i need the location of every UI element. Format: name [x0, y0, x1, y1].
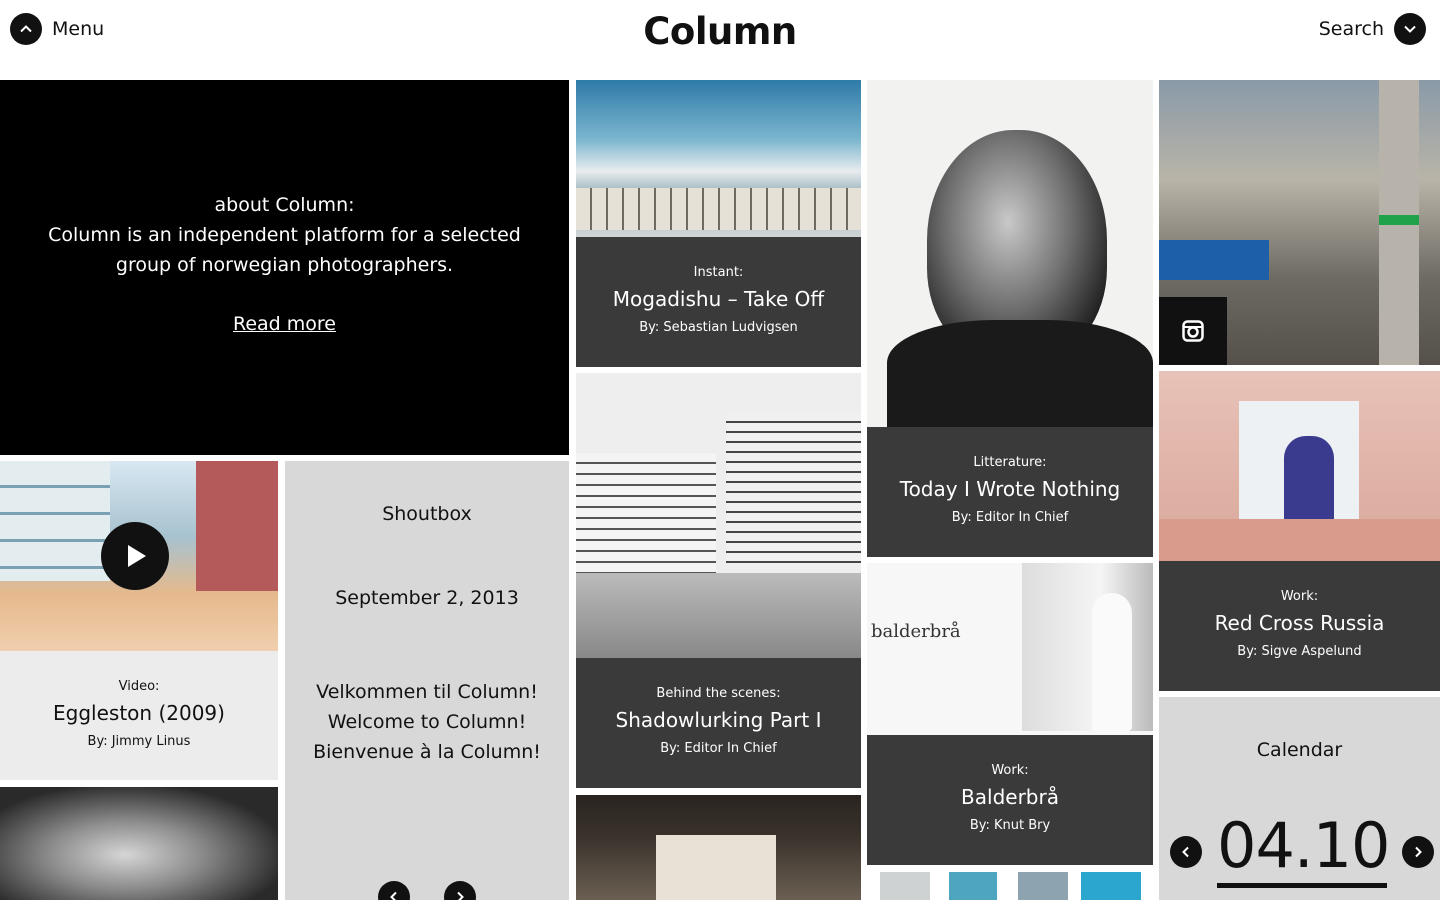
shoutbox-next-button[interactable] — [444, 881, 476, 900]
calendar-widget: Calendar 04.10 — [1159, 697, 1440, 900]
post-caption: Work: Balderbrå By: Knut Bry — [867, 735, 1153, 865]
thumbnail[interactable] — [880, 872, 930, 900]
post-title: Red Cross Russia — [1214, 611, 1385, 635]
shoutbox-message: Welcome to Column! — [327, 711, 527, 733]
calendar-date: 04.10 — [1217, 809, 1391, 888]
read-more-link[interactable]: Read more — [0, 313, 569, 335]
thumbnail-strip — [867, 865, 1153, 900]
post-byline: By: Sebastian Ludvigsen — [639, 320, 798, 335]
calendar-next-button[interactable] — [1402, 836, 1434, 868]
header: Menu Column Search — [0, 0, 1440, 79]
post-image — [576, 80, 861, 237]
shoutbox-messages: Velkommen til Column! Welcome to Column!… — [285, 677, 569, 767]
post-category: Work: — [1280, 589, 1319, 604]
thumbnail[interactable] — [1081, 872, 1141, 900]
post-title: Balderbrå — [961, 785, 1059, 809]
post-byline: By: Jimmy Linus — [87, 734, 191, 749]
video-caption[interactable]: Video: Eggleston (2009) By: Jimmy Linus — [0, 651, 278, 780]
post-byline: By: Editor In Chief — [951, 510, 1069, 525]
post-image — [656, 835, 776, 900]
thumbnail[interactable] — [1018, 872, 1068, 900]
post-category: Instant: — [693, 265, 744, 280]
post-byline: By: Sigve Aspelund — [1237, 644, 1362, 659]
post-category: Behind the scenes: — [656, 686, 781, 701]
post-card-shadowlurking[interactable]: Behind the scenes: Shadowlurking Part I … — [576, 373, 861, 788]
play-button[interactable] — [101, 522, 169, 590]
post-title: Eggleston (2009) — [53, 701, 225, 725]
post-image: balderbrå — [867, 563, 1153, 735]
post-title: Today I Wrote Nothing — [899, 477, 1121, 501]
post-caption: Work: Red Cross Russia By: Sigve Aspelun… — [1159, 561, 1440, 691]
shoutbox-widget: Shoutbox September 2, 2013 Velkommen til… — [285, 461, 569, 900]
post-image — [1159, 371, 1440, 561]
post-card-balderbra[interactable]: balderbrå Work: Balderbrå By: Knut Bry — [867, 563, 1153, 865]
thumbnail[interactable] — [949, 872, 997, 900]
site-logo[interactable]: Column — [0, 10, 1440, 53]
shoutbox-prev-button[interactable] — [378, 881, 410, 900]
about-body: Column is an independent platform for a … — [48, 224, 521, 276]
book-title: balderbrå — [871, 621, 961, 642]
about-tile: about Column: Column is an independent p… — [0, 80, 569, 455]
post-card-red-cross-russia[interactable]: Work: Red Cross Russia By: Sigve Aspelun… — [1159, 371, 1440, 691]
post-byline: By: Knut Bry — [969, 818, 1051, 833]
post-caption: Behind the scenes: Shadowlurking Part I … — [576, 658, 861, 788]
post-image — [576, 373, 861, 658]
chevron-down-icon — [1394, 13, 1426, 45]
shoutbox-heading: Shoutbox — [382, 503, 472, 525]
post-title: Shadowlurking Part I — [615, 708, 822, 732]
post-category: Video: — [118, 679, 160, 694]
post-image — [0, 787, 278, 900]
post-caption: Instant: Mogadishu – Take Off By: Sebast… — [576, 237, 861, 367]
post-title: Mogadishu – Take Off — [612, 287, 825, 311]
post-category: Work: — [991, 763, 1029, 778]
chevron-left-icon — [390, 891, 397, 900]
post-image — [867, 80, 1153, 427]
shoutbox-date: September 2, 2013 — [335, 587, 519, 609]
chevron-left-icon — [1182, 846, 1189, 858]
post-card-mogadishu[interactable]: Instant: Mogadishu – Take Off By: Sebast… — [576, 80, 861, 367]
chevron-right-icon — [457, 891, 464, 900]
instagram-card[interactable] — [1159, 80, 1440, 365]
about-text: about Column: Column is an independent p… — [20, 190, 549, 280]
post-caption: Litterature: Today I Wrote Nothing By: E… — [867, 427, 1153, 557]
about-heading: about Column: — [214, 194, 355, 216]
post-card-today-i-wrote-nothing[interactable]: Litterature: Today I Wrote Nothing By: E… — [867, 80, 1153, 557]
shoutbox-message: Bienvenue à la Column! — [313, 741, 541, 763]
instagram-icon — [1159, 297, 1227, 365]
post-card-partial[interactable] — [0, 787, 278, 900]
play-icon — [128, 545, 146, 567]
search-label: Search — [1318, 18, 1384, 40]
calendar-heading: Calendar — [1256, 739, 1343, 761]
search-button[interactable]: Search — [1319, 13, 1426, 45]
post-category: Litterature: — [973, 455, 1047, 470]
calendar-prev-button[interactable] — [1170, 836, 1202, 868]
shoutbox-message: Velkommen til Column! — [316, 681, 538, 703]
chevron-right-icon — [1415, 846, 1422, 858]
post-byline: By: Editor In Chief — [660, 741, 777, 756]
post-card-partial[interactable] — [576, 795, 861, 900]
